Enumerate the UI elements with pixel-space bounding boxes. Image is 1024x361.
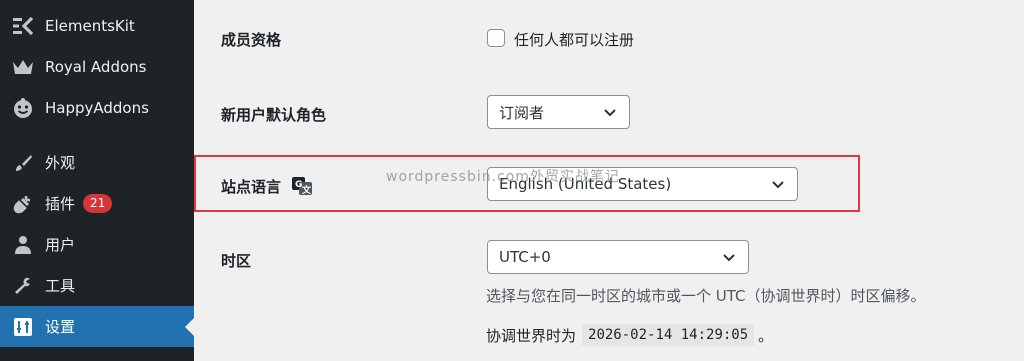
sidebar-item-users[interactable]: 用户 xyxy=(0,224,194,265)
plugin-icon xyxy=(11,192,35,216)
timezone-value: UTC+0 xyxy=(499,248,551,266)
default-role-label: 新用户默认角色 xyxy=(221,106,327,124)
sidebar-item-elementskit[interactable]: ElementsKit xyxy=(0,5,194,46)
elementskit-icon xyxy=(11,14,35,38)
paintbrush-icon xyxy=(11,151,35,175)
default-role-value: 订阅者 xyxy=(499,103,545,122)
site-language-label-wrap: 站点语言 G文 xyxy=(221,176,313,199)
watermark: wordpressbin.com外贸实战笔记 xyxy=(386,169,620,185)
translation-icon: G文 xyxy=(292,176,313,199)
site-language-label: 站点语言 xyxy=(221,178,282,196)
chevron-down-icon xyxy=(772,181,784,189)
wrench-icon xyxy=(11,274,35,298)
crown-icon xyxy=(11,55,35,79)
utc-time-value: 2026-02-14 14:29:05 xyxy=(582,324,755,346)
svg-text:文: 文 xyxy=(301,184,312,195)
timezone-description: 选择与您在同一时区的城市或一个 UTC（协调世界时）时区偏移。 xyxy=(486,287,926,305)
sidebar-item-royal-addons[interactable]: Royal Addons xyxy=(0,46,194,87)
timezone-label: 时区 xyxy=(221,252,252,270)
sidebar-item-happyaddons[interactable]: HappyAddons xyxy=(0,87,194,128)
sidebar-item-label: 插件 xyxy=(45,195,76,213)
sidebar-item-plugins[interactable]: 插件 21 xyxy=(0,183,194,224)
sidebar-item-appearance[interactable]: 外观 xyxy=(0,142,194,183)
chevron-down-icon xyxy=(604,109,616,117)
utc-time-row: 协调世界时为 2026-02-14 14:29:05 。 xyxy=(486,324,773,346)
chevron-down-icon xyxy=(723,254,735,262)
settings-icon xyxy=(11,315,35,339)
timezone-select[interactable]: UTC+0 xyxy=(487,240,749,274)
anyone-can-register-label[interactable]: 任何人都可以注册 xyxy=(514,29,634,50)
utc-time-prefix: 协调世界时为 xyxy=(486,326,577,345)
plugin-update-badge: 21 xyxy=(83,194,113,213)
user-icon xyxy=(11,233,35,257)
sidebar-item-tools[interactable]: 工具 xyxy=(0,265,194,306)
sidebar-item-label: 外观 xyxy=(45,154,76,172)
anyone-can-register-checkbox[interactable] xyxy=(487,29,505,47)
sidebar-item-label: 工具 xyxy=(45,277,76,295)
admin-sidebar: ElementsKit Royal Addons HappyAddons 外观 … xyxy=(0,0,194,361)
sidebar-item-label: 设置 xyxy=(45,318,76,336)
utc-time-suffix: 。 xyxy=(758,326,774,345)
sidebar-item-label: Royal Addons xyxy=(45,57,147,76)
sidebar-item-settings[interactable]: 设置 xyxy=(0,306,194,347)
happy-face-icon xyxy=(11,96,35,120)
sidebar-item-label: 用户 xyxy=(45,236,76,254)
membership-label: 成员资格 xyxy=(221,31,282,49)
sidebar-item-label: ElementsKit xyxy=(45,16,135,35)
default-role-select[interactable]: 订阅者 xyxy=(487,95,630,129)
sidebar-item-label: HappyAddons xyxy=(45,98,149,117)
